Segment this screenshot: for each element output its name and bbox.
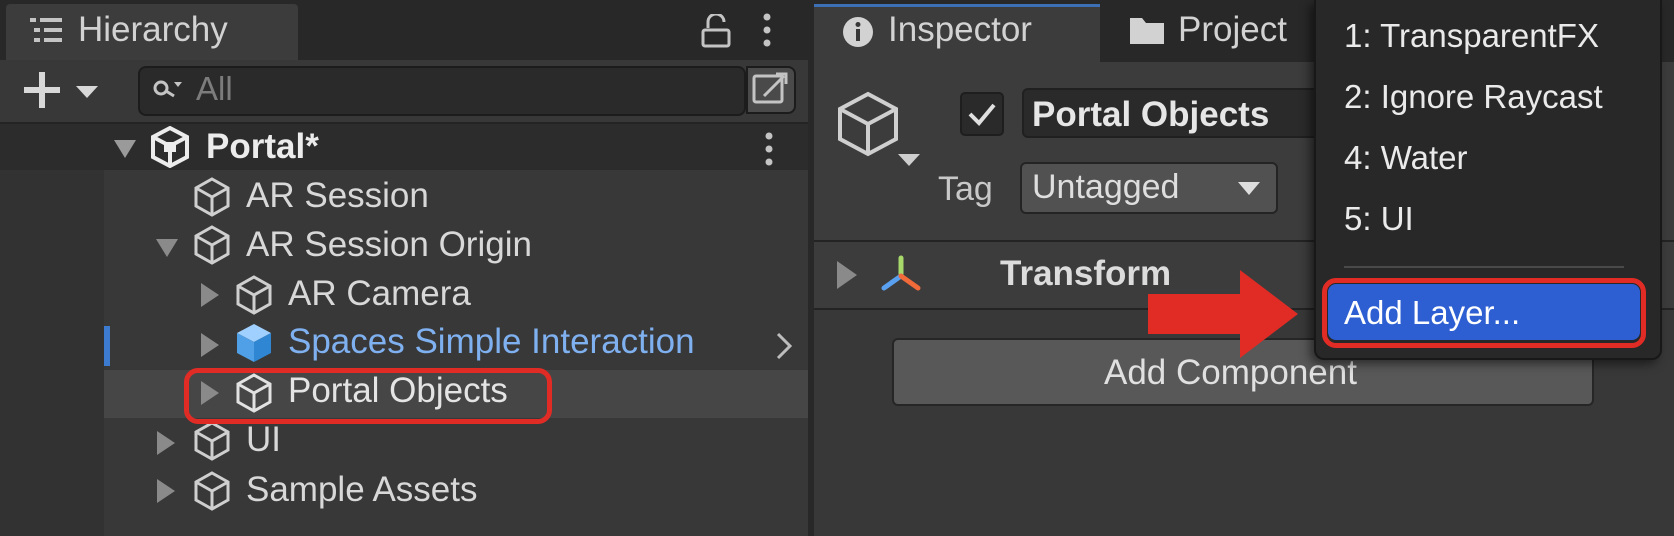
object-name-value: Portal Objects xyxy=(1032,95,1270,134)
gameobject-icon xyxy=(194,177,230,217)
prefab-icon xyxy=(237,324,271,362)
menu-separator xyxy=(1344,266,1624,268)
tab-project[interactable]: Project xyxy=(1178,10,1287,50)
hierarchy-item-ui[interactable]: UI xyxy=(246,420,281,460)
gameobject-icon xyxy=(194,225,230,265)
prefab-override-bar xyxy=(104,326,110,366)
list-icon xyxy=(30,18,62,42)
collapse-arrow-icon[interactable] xyxy=(198,280,222,310)
expand-arrow-icon[interactable] xyxy=(154,236,180,260)
search-icon xyxy=(153,80,182,98)
hierarchy-item-spaces-simple-interaction[interactable]: Spaces Simple Interaction xyxy=(288,322,695,362)
lock-icon[interactable] xyxy=(700,14,732,48)
gameobject-icon xyxy=(194,471,230,511)
scene-visibility-button[interactable] xyxy=(746,66,796,114)
chevron-down-icon xyxy=(1238,182,1260,195)
menu-item-ignore-raycast[interactable]: 2: Ignore Raycast xyxy=(1344,78,1603,116)
checkmark-icon xyxy=(968,103,996,126)
hierarchy-title: Hierarchy xyxy=(78,10,228,49)
chevron-right-icon[interactable] xyxy=(774,330,794,362)
highlight-portal-objects xyxy=(184,368,552,424)
tag-label: Tag xyxy=(938,170,993,208)
collapse-arrow-icon[interactable] xyxy=(154,476,178,506)
collapse-arrow-icon[interactable] xyxy=(154,428,178,458)
unity-scene-icon xyxy=(151,126,189,168)
menu-item-ui[interactable]: 5: UI xyxy=(1344,200,1414,238)
menu-item-water[interactable]: 4: Water xyxy=(1344,139,1467,177)
hierarchy-item-ar-session-origin[interactable]: AR Session Origin xyxy=(246,225,532,265)
scene-menu-icon[interactable] xyxy=(762,132,776,166)
gameobject-large-icon[interactable] xyxy=(836,88,922,174)
tag-value: Untagged xyxy=(1032,168,1180,206)
active-checkbox[interactable] xyxy=(960,92,1004,136)
highlight-add-layer xyxy=(1322,278,1646,348)
scene-name: Portal* xyxy=(206,127,319,166)
menu-item-transparentfx[interactable]: 1: TransparentFX xyxy=(1344,17,1599,55)
gameobject-icon xyxy=(236,275,272,315)
hierarchy-item-sample-assets[interactable]: Sample Assets xyxy=(246,470,478,510)
hierarchy-indent-strip xyxy=(0,170,104,536)
add-create-button[interactable] xyxy=(24,70,100,110)
hierarchy-item-ar-camera[interactable]: AR Camera xyxy=(288,274,471,314)
transform-icon xyxy=(881,255,921,291)
search-placeholder: All xyxy=(196,70,233,107)
open-window-icon xyxy=(752,72,788,104)
red-arrow-icon xyxy=(1148,270,1298,358)
inspector-tab-label: Inspector xyxy=(888,10,1032,49)
hierarchy-menu-icon[interactable] xyxy=(760,12,774,48)
expand-arrow-icon[interactable] xyxy=(834,258,860,292)
folder-icon xyxy=(1130,18,1164,44)
info-icon xyxy=(843,17,873,47)
gameobject-icon xyxy=(194,421,230,461)
hierarchy-item-ar-session[interactable]: AR Session xyxy=(246,176,429,216)
collapse-arrow-icon[interactable] xyxy=(198,330,222,360)
expand-arrow-icon[interactable] xyxy=(112,136,138,162)
